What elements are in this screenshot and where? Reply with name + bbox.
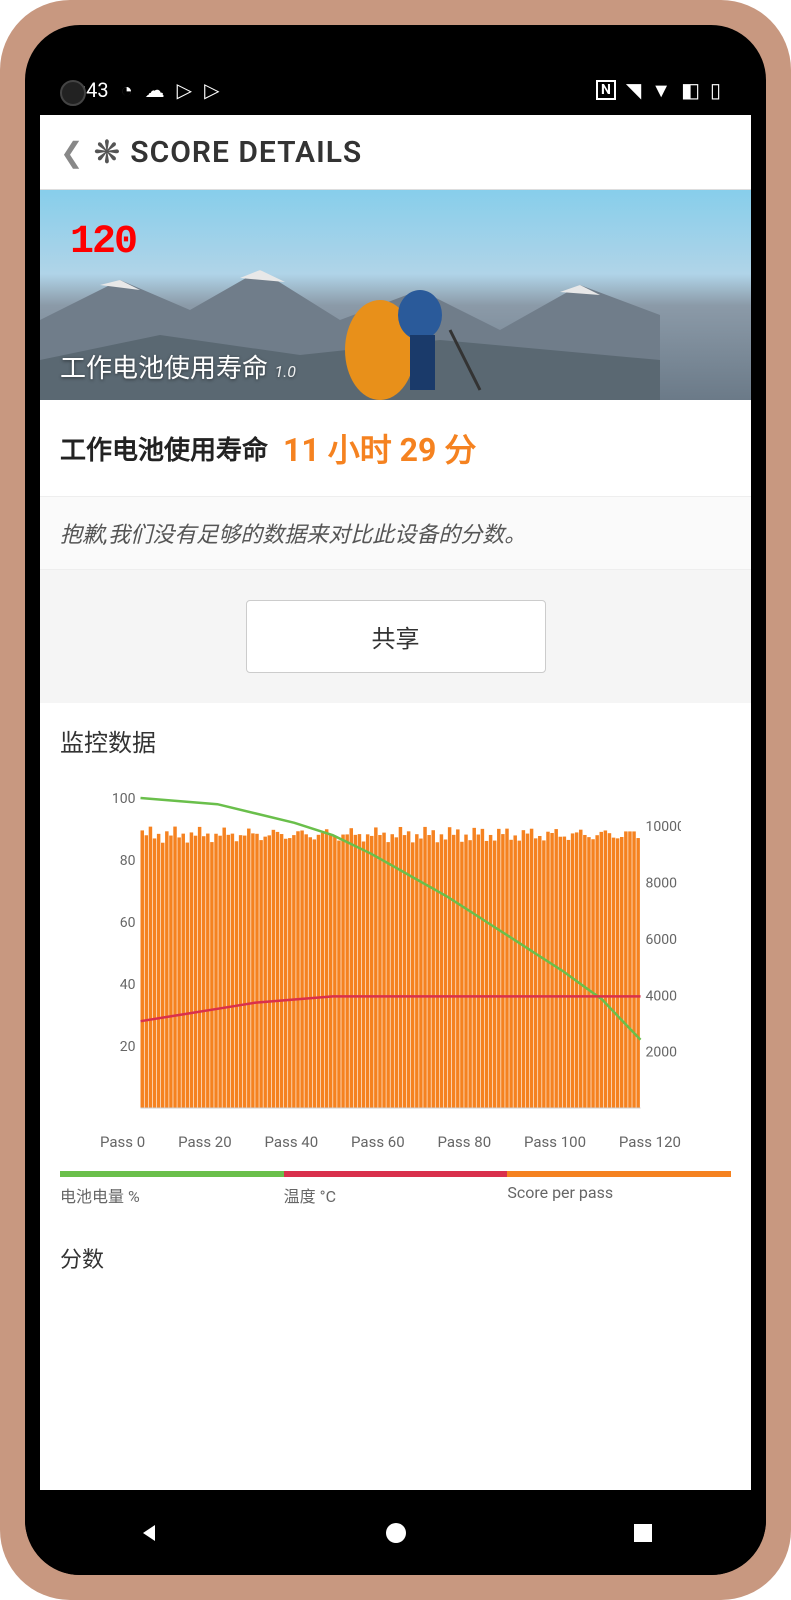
share-button[interactable]: 共享: [246, 600, 546, 673]
fps-overlay: 120: [70, 220, 136, 265]
play-icon: ▷: [177, 78, 192, 102]
play-icon-2: ▷: [204, 78, 219, 102]
status-bar: 9:43 ◔ ☁ ▷ ▷ N ◥ ▼ ◧ ▯: [40, 65, 751, 115]
svg-text:40: 40: [120, 977, 136, 993]
svg-text:20: 20: [120, 1039, 136, 1055]
svg-text:6000: 6000: [646, 932, 678, 948]
cloud-icon: ☁: [145, 78, 165, 102]
wifi-no-internet-icon: ◥: [626, 78, 641, 102]
scores-section-title: 分数: [40, 1227, 751, 1279]
chart-x-ticks: Pass 0Pass 20Pass 40Pass 60Pass 80Pass 1…: [100, 1133, 681, 1151]
phone-frame: 9:43 ◔ ☁ ▷ ▷ N ◥ ▼ ◧ ▯ 120 ❮ ❋ SCORE: [0, 0, 791, 1600]
screen: 9:43 ◔ ☁ ▷ ▷ N ◥ ▼ ◧ ▯ 120 ❮ ❋ SCORE: [40, 65, 751, 1535]
nfc-icon: N: [596, 80, 616, 100]
nav-recent-button[interactable]: [628, 1518, 658, 1548]
svg-text:80: 80: [120, 853, 136, 869]
phone-bezel: 9:43 ◔ ☁ ▷ ▷ N ◥ ▼ ◧ ▯ 120 ❮ ❋ SCORE: [25, 25, 766, 1575]
navigation-bar: [25, 1490, 766, 1575]
result-value: 11 小时 29 分: [283, 425, 476, 471]
svg-text:8000: 8000: [646, 876, 678, 892]
svg-text:100: 100: [112, 791, 136, 807]
chart-legend: 电池电量 %温度 °CScore per pass: [60, 1171, 731, 1207]
battery-icon: ▯: [710, 78, 721, 102]
nav-home-button[interactable]: [381, 1518, 411, 1548]
nav-back-button[interactable]: [134, 1518, 164, 1548]
monitoring-chart: 20 40 60 80 100 2000 4000 6000 8000 10000: [100, 788, 681, 1128]
share-section: 共享: [40, 570, 751, 703]
chart-container: 20 40 60 80 100 2000 4000 6000 8000 10000 Pass 0…: [40, 778, 751, 1227]
legend-item: 温度 °C: [284, 1171, 508, 1207]
monitoring-title: 监控数据: [40, 703, 751, 778]
legend-item: 电池电量 %: [60, 1171, 284, 1207]
legend-item: Score per pass: [507, 1171, 731, 1207]
result-label: 工作电池使用寿命: [60, 430, 268, 467]
app-header: ❮ ❋ SCORE DETAILS: [40, 115, 751, 190]
svg-text:4000: 4000: [646, 988, 678, 1004]
wifi-icon: ▼: [651, 78, 671, 103]
hero-banner: 工作电池使用寿命 1.0: [40, 190, 751, 400]
front-camera: [60, 80, 86, 106]
back-icon[interactable]: ❮: [60, 136, 83, 169]
hero-version: 1.0: [274, 362, 296, 381]
svg-text:60: 60: [120, 915, 136, 931]
hero-title-text: 工作电池使用寿命: [60, 354, 268, 384]
timer-icon: ◔: [121, 78, 133, 103]
page-title: SCORE DETAILS: [130, 135, 362, 170]
svg-text:2000: 2000: [646, 1045, 678, 1061]
hero-title: 工作电池使用寿命 1.0: [60, 348, 296, 385]
svg-text:10000: 10000: [646, 819, 682, 835]
info-message: 抱歉,我们没有足够的数据来对比此设备的分数。: [40, 496, 751, 570]
result-row: 工作电池使用寿命 11 小时 29 分: [40, 400, 751, 496]
no-sim-icon: ◧: [681, 78, 700, 102]
app-logo-icon: ❋: [93, 133, 120, 171]
